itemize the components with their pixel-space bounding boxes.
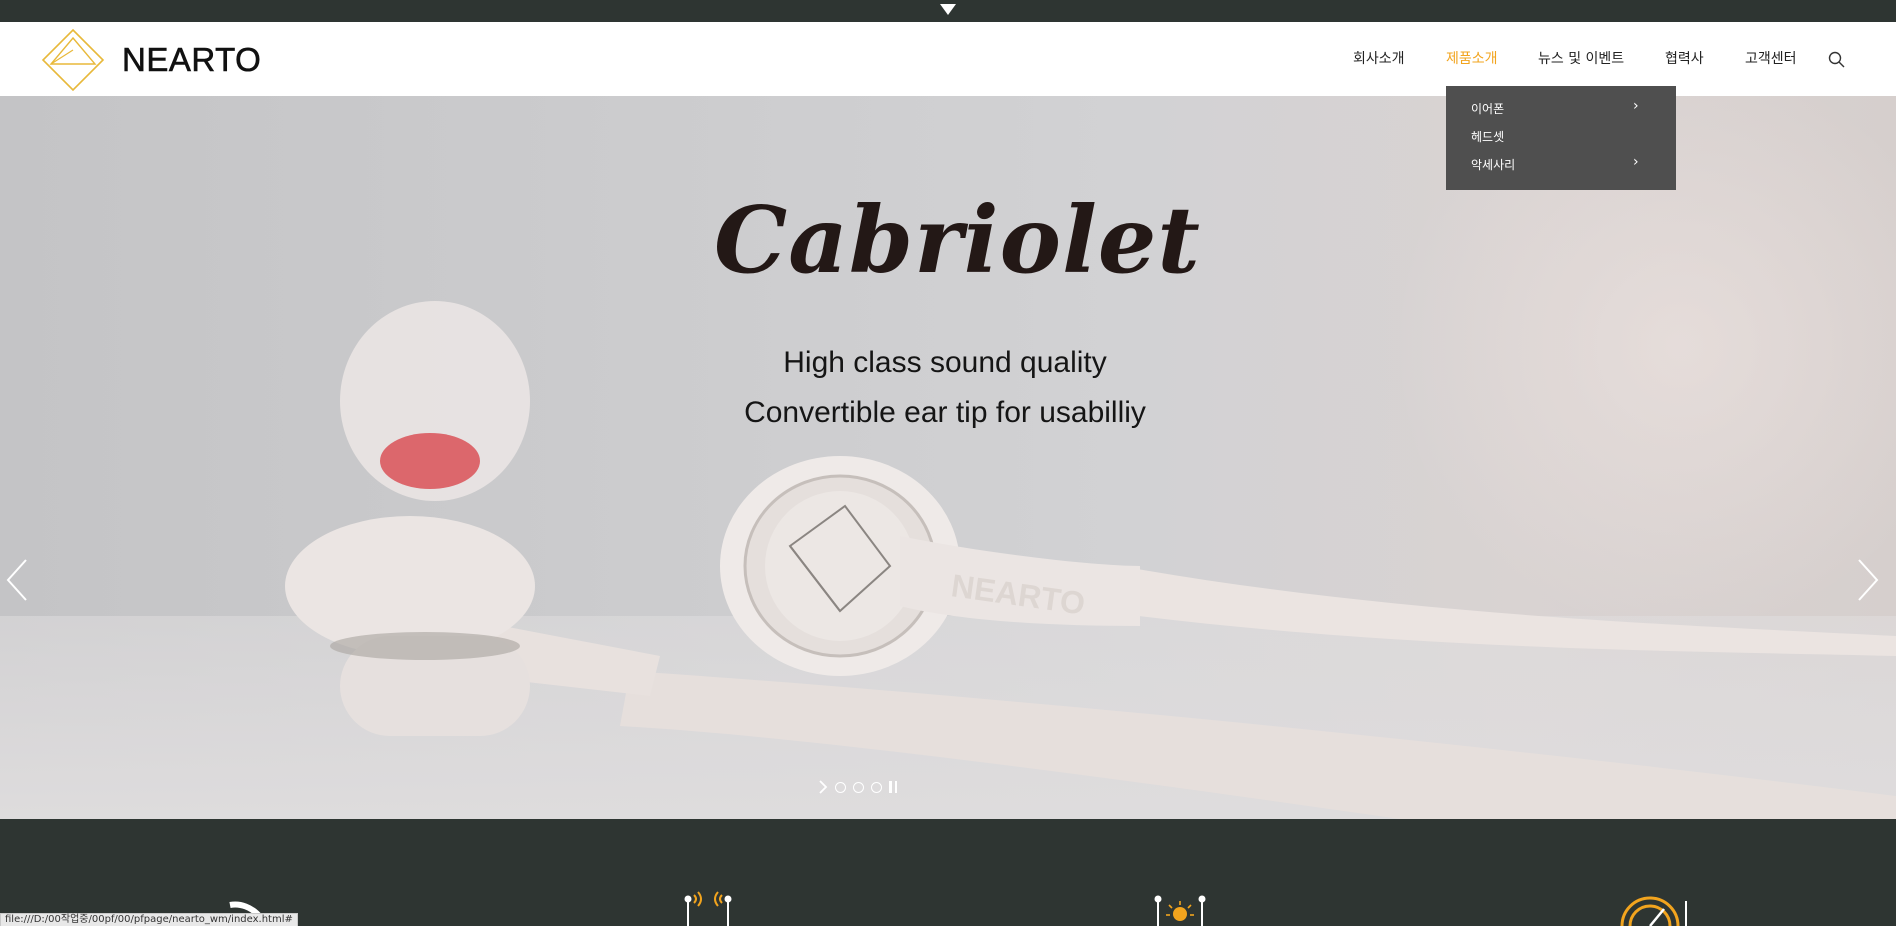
hero-tagline-2: Convertible ear tip for usabilliy	[744, 396, 1146, 429]
logo[interactable]: NEARTO	[40, 28, 261, 92]
earphone-sun-icon	[1154, 895, 1206, 926]
nav-item-news-events[interactable]: 뉴스 및 이벤트	[1538, 48, 1624, 68]
chevron-right-icon: ›	[1633, 154, 1639, 170]
nav-item-customer-center[interactable]: 고객센터	[1745, 48, 1797, 68]
slider-pager	[818, 780, 899, 794]
hero-title: Cabriolet	[714, 186, 1201, 294]
dropdown-item-accessories[interactable]: 악세사리	[1471, 156, 1515, 173]
logo-mark-icon	[41, 28, 105, 92]
hero-slider: NEARTO Cabriolet High class sound qualit…	[0, 96, 1896, 819]
feature-band	[0, 819, 1896, 926]
chevron-right-icon[interactable]	[1853, 556, 1883, 604]
pause-icon[interactable]	[889, 781, 899, 793]
gauge-icon	[1620, 896, 1687, 926]
pager-dot[interactable]	[871, 781, 882, 793]
nav-item-company[interactable]: 회사소개	[1353, 48, 1405, 68]
products-dropdown: 이어폰 › 헤드셋 악세사리 ›	[1446, 86, 1676, 190]
nav-item-partners[interactable]: 협력사	[1665, 48, 1704, 68]
chevron-left-icon[interactable]	[2, 556, 32, 604]
logo-wordmark: NEARTO	[122, 41, 262, 79]
top-toggle-arrow-icon[interactable]	[940, 4, 956, 15]
browser-status-url: file:///D:/00작업중/00pf/00/pfpage/nearto_w…	[0, 913, 298, 926]
earphone-sound-icon	[684, 891, 732, 926]
dropdown-item-headsets[interactable]: 헤드셋	[1471, 128, 1504, 145]
pager-dot[interactable]	[853, 781, 864, 793]
play-icon[interactable]	[818, 780, 828, 794]
top-bar	[0, 0, 1896, 22]
chevron-right-icon: ›	[1633, 98, 1639, 114]
arc-icon	[229, 901, 263, 919]
hero-tagline-1: High class sound quality	[783, 346, 1107, 379]
dropdown-item-earphones[interactable]: 이어폰	[1471, 100, 1504, 117]
search-icon[interactable]	[1827, 50, 1847, 70]
site-header: NEARTO 회사소개 제품소개 뉴스 및 이벤트 협력사 고객센터	[0, 22, 1896, 96]
pager-dot[interactable]	[835, 781, 846, 793]
nav-item-products[interactable]: 제품소개	[1446, 48, 1498, 68]
